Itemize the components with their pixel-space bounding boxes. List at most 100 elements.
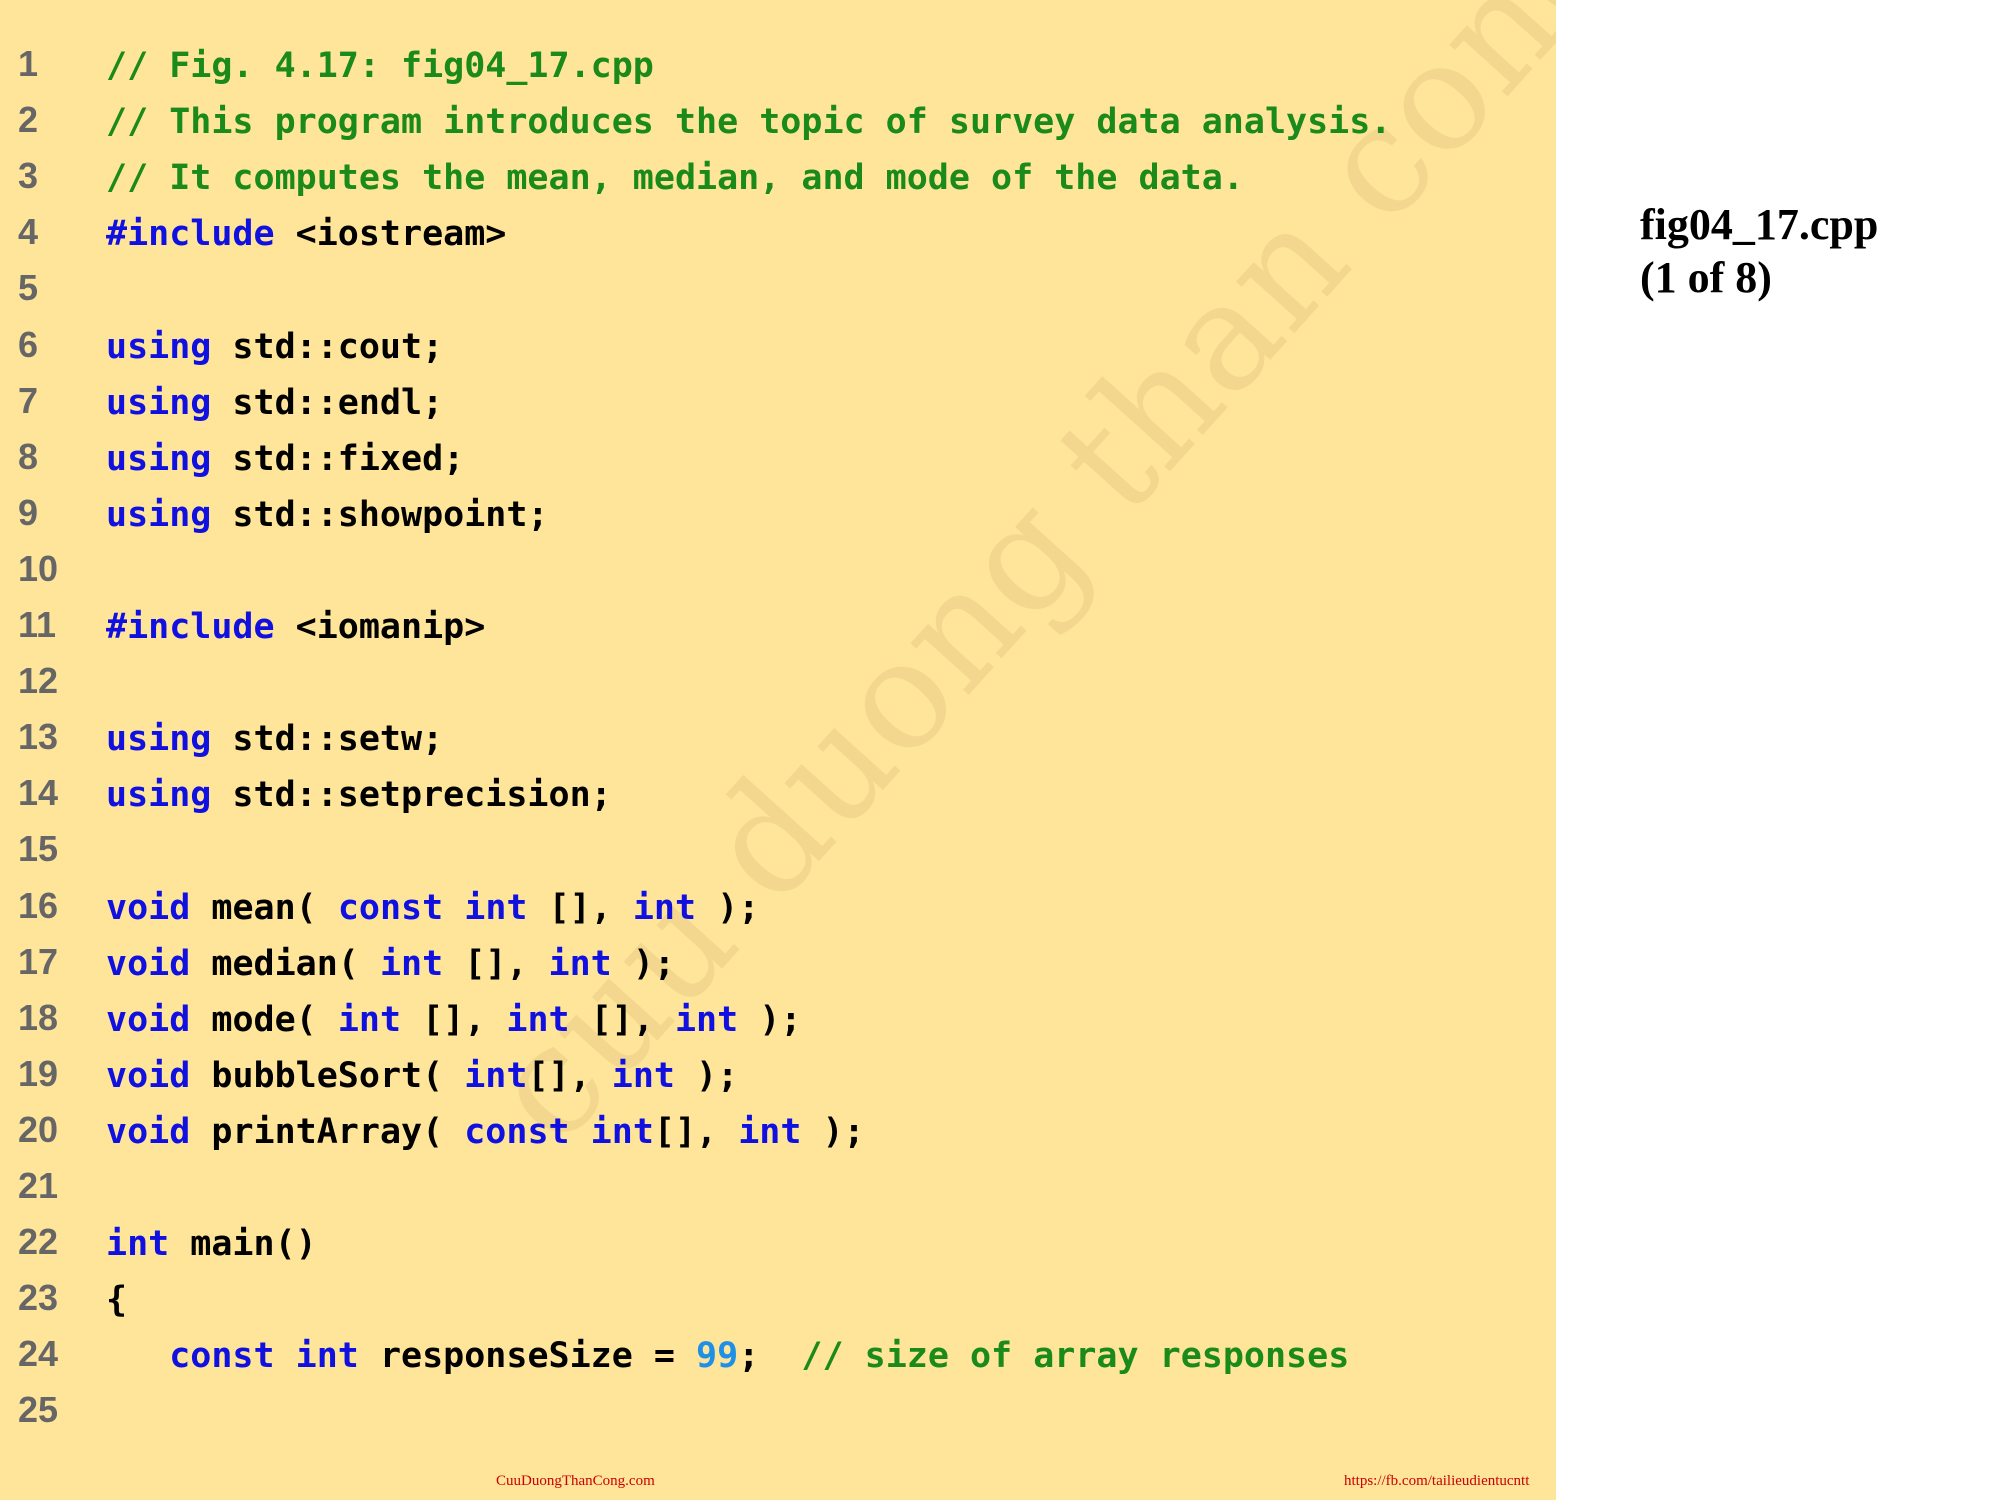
line-number: 7 [18, 379, 39, 421]
code-keyword: int [548, 943, 612, 984]
code-token: std::endl; [211, 382, 444, 423]
code-line: 7 using std::endl; [0, 379, 1556, 437]
code-keyword: using [106, 719, 212, 760]
code-keyword: int [464, 887, 528, 928]
code-line: 22 int main() [0, 1222, 1556, 1278]
code-text: #include <iostream> [106, 214, 506, 254]
code-token: ); [674, 1055, 739, 1096]
code-text: using std::showpoint; [106, 495, 549, 535]
code-text: void bubbleSort( int[], int ); [106, 1056, 738, 1096]
code-token: ); [738, 999, 802, 1040]
code-line: 8 using std::fixed; [0, 435, 1556, 493]
code-line: 2 // This program introduces the topic of… [0, 100, 1556, 156]
code-keyword: int [738, 1111, 802, 1152]
code-text: { [106, 1280, 127, 1320]
line-number: 11 [18, 604, 57, 645]
line-number: 14 [18, 772, 59, 814]
code-comment: // This program introduces the topic of … [106, 102, 1392, 143]
code-keyword: int [611, 1055, 675, 1096]
code-text: int main() [106, 1224, 317, 1264]
code-keyword: int [337, 999, 402, 1040]
code-number: 99 [696, 1336, 739, 1377]
line-number: 4 [18, 211, 39, 253]
line-number: 8 [18, 435, 39, 477]
code-listing-panel: cuu duong than cong . com 1// Fig. 4.17:… [0, 0, 1556, 1500]
code-keyword: using [106, 775, 212, 816]
code-keyword: using [106, 438, 212, 479]
code-line: 11 #include <iomanip> [0, 605, 1556, 661]
code-token: [], [527, 887, 633, 928]
line-number: 13 [18, 716, 59, 758]
code-token: std::fixed; [211, 438, 465, 479]
code-keyword: int [295, 1336, 359, 1377]
code-token: printArray( [190, 1111, 465, 1152]
code-keyword: void [106, 887, 191, 928]
code-line: 15 [0, 829, 1556, 885]
line-number: 12 [18, 660, 59, 702]
code-line: 18 void mode( int [], int [], int ); [0, 997, 1556, 1054]
footer-source-left: CuuDuongThanCong.com [496, 1473, 655, 1489]
code-line: 4 #include <iostream> [0, 212, 1556, 268]
code-text: void mean( const int [], int ); [106, 888, 759, 928]
code-keyword: using [106, 382, 212, 423]
code-keyword: #include [106, 607, 275, 647]
code-line: 14 using std::setprecision; [0, 773, 1556, 829]
code-token: std::setprecision; [211, 775, 612, 816]
code-comment: // It computes the mean, median, and mod… [106, 158, 1244, 199]
code-line: 20 void printArray( const int[], int ); [0, 1108, 1556, 1166]
code-text: void median( int [], int ); [106, 944, 675, 984]
code-token: bubbleSort( [190, 1055, 465, 1096]
code-line: 21 [0, 1166, 1556, 1222]
code-keyword: int [379, 943, 444, 984]
code-token: ; [738, 1336, 802, 1377]
code-keyword: #include [106, 214, 275, 255]
footer-link-right: https://fb.com/tailieudientucntt [1344, 1473, 1530, 1489]
code-comment: // Fig. 4.17: fig04_17.cpp [106, 46, 654, 86]
code-token: std::showpoint; [211, 494, 549, 535]
line-number: 22 [18, 1221, 59, 1263]
code-keyword: int [674, 999, 739, 1040]
code-text: const int responseSize = 99; // size of … [106, 1336, 1349, 1376]
line-number: 2 [18, 99, 39, 141]
code-keyword: void [106, 1111, 191, 1152]
code-text: using std::endl; [106, 383, 443, 423]
code-line: 9 using std::showpoint; [0, 491, 1556, 549]
code-token: [], [401, 999, 507, 1040]
code-line: 25 [0, 1390, 1556, 1446]
code-comment: // size of array responses [801, 1336, 1350, 1377]
code-text: // Fig. 4.17: fig04_17.cpp [106, 46, 654, 86]
line-number: 10 [18, 547, 59, 589]
code-token: median( [190, 943, 380, 984]
code-token: <iostream> [274, 214, 507, 255]
code-keyword: void [106, 943, 191, 984]
code-keyword: int [632, 887, 697, 928]
line-number: 6 [18, 323, 39, 365]
code-keyword: int [464, 1055, 528, 1096]
code-text: using std::setprecision; [106, 775, 612, 815]
code-token: std::cout; [211, 326, 444, 367]
line-number: 20 [18, 1108, 59, 1150]
page-indicator: (1 of 8) [1640, 253, 1772, 302]
code-text: using std::setw; [106, 719, 443, 759]
code-text: using std::cout; [106, 327, 443, 367]
line-number: 16 [18, 884, 59, 926]
code-line: 5 [0, 268, 1556, 324]
code-token: mode( [190, 999, 338, 1040]
code-token: <iomanip> [274, 607, 486, 647]
code-token: mean( [190, 887, 338, 928]
code-keyword: void [106, 1055, 191, 1096]
code-text: using std::fixed; [106, 439, 464, 479]
code-token: [], [527, 1055, 612, 1096]
line-number: 21 [18, 1165, 59, 1206]
slide-side-title: fig04_17.cpp (1 of 8) [1640, 198, 1980, 304]
code-keyword: const [337, 887, 444, 928]
code-keyword: void [106, 999, 191, 1040]
code-text: void printArray( const int[], int ); [106, 1112, 865, 1152]
code-line: 19 void bubbleSort( int[], int ); [0, 1053, 1556, 1110]
code-line: 3 // It computes the mean, median, and mo… [0, 156, 1556, 212]
code-text: #include <iomanip> [106, 607, 485, 647]
line-number: 9 [18, 491, 39, 533]
